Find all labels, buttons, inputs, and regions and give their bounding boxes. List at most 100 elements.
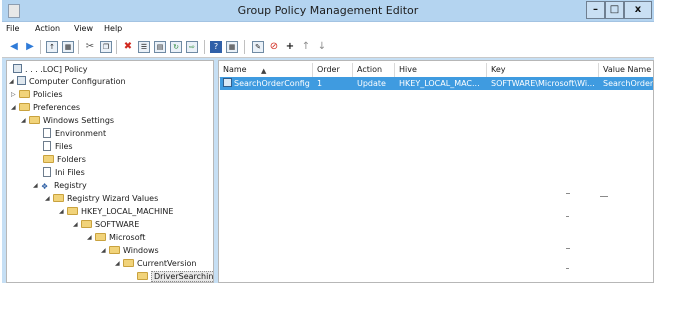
export-icon[interactable]: ⇨: [186, 41, 198, 53]
menu-help[interactable]: Help: [104, 24, 122, 33]
cut-icon[interactable]: ✂: [84, 41, 96, 53]
cell-name: SearchOrderConfig: [220, 77, 314, 90]
tree-item-computer-configuration[interactable]: ◢ Computer Configuration: [9, 76, 126, 88]
expand-toggle-icon[interactable]: ◢: [101, 245, 109, 257]
up-folder-icon[interactable]: ↑: [46, 41, 58, 53]
expand-toggle-icon[interactable]: ◢: [33, 180, 41, 192]
expand-toggle-icon[interactable]: ◢: [9, 76, 17, 88]
screen-artifact: [566, 268, 569, 269]
toolbar-separator: [78, 40, 79, 54]
expand-toggle-icon[interactable]: ◢: [73, 219, 81, 231]
back-icon[interactable]: ◀: [8, 41, 20, 53]
new-item-icon[interactable]: ✎: [252, 41, 264, 53]
title-bar[interactable]: Group Policy Management Editor – □ x: [2, 0, 654, 22]
console-icon[interactable]: ▦: [226, 41, 238, 53]
expand-toggle-icon[interactable]: ◢: [115, 258, 123, 270]
forward-icon[interactable]: ▶: [24, 41, 36, 53]
console-tree: . . . .LOC] Policy ◢ Computer Configurati…: [6, 60, 214, 283]
stop-icon[interactable]: ⊘: [268, 41, 280, 53]
folder-icon: [81, 220, 92, 228]
refresh-icon[interactable]: ↻: [170, 41, 182, 53]
maximize-button[interactable]: □: [605, 1, 624, 19]
details-list: Name ▲ Order Action Hive Key Value Name S…: [218, 60, 654, 283]
expand-toggle-icon[interactable]: ◢: [87, 232, 95, 244]
folder-icon: [29, 116, 40, 124]
minimize-button[interactable]: –: [586, 1, 605, 19]
delete-icon[interactable]: ✖: [122, 41, 134, 53]
files-icon: [43, 141, 51, 151]
folder-open-icon: [137, 272, 148, 280]
folder-icon: [109, 246, 120, 254]
close-button[interactable]: x: [624, 1, 652, 19]
cell-key: SOFTWARE\Microsoft\Wi...: [491, 79, 595, 88]
expand-toggle-icon[interactable]: ◢: [21, 115, 29, 127]
screen-artifact: [566, 248, 570, 249]
tree-root[interactable]: . . . .LOC] Policy: [13, 64, 88, 76]
tree-item-environment[interactable]: Environment: [43, 128, 106, 140]
expand-toggle-icon[interactable]: ◢: [59, 206, 67, 218]
column-header-value-name[interactable]: Value Name: [599, 63, 653, 77]
column-header-key[interactable]: Key: [487, 63, 599, 77]
cell-hive: HKEY_LOCAL_MAC...: [399, 79, 480, 88]
move-up-icon[interactable]: ↑: [300, 41, 312, 53]
tree-item-hkey-local-machine[interactable]: ◢ HKEY_LOCAL_MACHINE: [59, 206, 173, 218]
add-icon[interactable]: +: [284, 41, 296, 53]
tree-item-registry[interactable]: ◢ ❖ Registry: [33, 180, 87, 192]
tree-item-folders[interactable]: Folders: [43, 154, 86, 166]
folder-icon: [67, 207, 78, 215]
menu-view[interactable]: View: [74, 24, 93, 33]
toolbar-separator: [204, 40, 205, 54]
tree-item-preferences[interactable]: ◢ Preferences: [11, 102, 80, 114]
screen-artifact: [566, 216, 569, 217]
sort-ascending-icon: ▲: [261, 67, 267, 75]
move-down-icon[interactable]: ↓: [316, 41, 328, 53]
gpo-icon: [13, 64, 22, 73]
menu-action[interactable]: Action: [35, 24, 60, 33]
cell-value-name: SearchOrderC: [603, 79, 654, 88]
properties-icon[interactable]: ☰: [138, 41, 150, 53]
registry-value-icon: [223, 78, 232, 87]
menu-file[interactable]: File: [6, 24, 19, 33]
folder-icon: [95, 233, 106, 241]
help-icon[interactable]: ?: [210, 41, 222, 53]
tree-root-label: . . . .LOC] Policy: [25, 65, 88, 74]
list-header: Name ▲ Order Action Hive Key Value Name: [219, 61, 653, 78]
tree-item-software[interactable]: ◢ SOFTWARE: [73, 219, 139, 231]
cell-order: 1: [317, 79, 323, 88]
copy-icon[interactable]: ❐: [100, 41, 112, 53]
tree-item-microsoft[interactable]: ◢ Microsoft: [87, 232, 145, 244]
computer-config-icon: [17, 76, 26, 85]
folder-icon: [19, 103, 30, 111]
tree-item-files[interactable]: Files: [43, 141, 73, 153]
gpme-window: Group Policy Management Editor – □ x Fil…: [2, 0, 654, 283]
tree-item-policies[interactable]: ▷ Policies: [11, 89, 63, 101]
expand-toggle-icon[interactable]: ◢: [45, 193, 53, 205]
show-hide-tree-icon[interactable]: ▦: [62, 41, 74, 53]
expand-toggle-icon[interactable]: ◢: [11, 102, 19, 114]
cell-action: Update: [357, 79, 386, 88]
column-header-action[interactable]: Action: [353, 63, 395, 77]
toolbar-separator: [40, 40, 41, 54]
table-row[interactable]: SearchOrderConfig 1 Update HKEY_LOCAL_MA…: [220, 77, 654, 90]
window-title: Group Policy Management Editor: [237, 4, 419, 17]
column-header-name[interactable]: Name ▲: [219, 63, 313, 77]
folders-icon: [43, 155, 54, 163]
column-header-order[interactable]: Order: [313, 63, 353, 77]
screen-artifact: [600, 196, 608, 197]
print-icon[interactable]: ▤: [154, 41, 166, 53]
tree-item-windows-settings[interactable]: ◢ Windows Settings: [21, 115, 114, 127]
tree-item-registry-wizard-values[interactable]: ◢ Registry Wizard Values: [45, 193, 158, 205]
tree-item-windows[interactable]: ◢ Windows: [101, 245, 159, 257]
tree-item-driversearching[interactable]: DriverSearching: [137, 271, 213, 282]
column-header-hive[interactable]: Hive: [395, 63, 487, 77]
screen-artifact: [566, 193, 570, 194]
toolbar: ◀ ▶ ↑ ▦ ✂ ❐ ✖ ☰ ▤ ↻ ⇨ ? ▦ ✎ ⊘ + ↑ ↓: [2, 37, 654, 58]
folder-icon: [19, 90, 30, 98]
folder-icon: [123, 259, 134, 267]
toolbar-separator: [244, 40, 245, 54]
ini-files-icon: [43, 167, 51, 177]
tree-item-ini-files[interactable]: Ini Files: [43, 167, 85, 179]
environment-icon: [43, 128, 51, 138]
expand-toggle-icon[interactable]: ▷: [11, 89, 19, 101]
tree-item-currentversion[interactable]: ◢ CurrentVersion: [115, 258, 196, 270]
